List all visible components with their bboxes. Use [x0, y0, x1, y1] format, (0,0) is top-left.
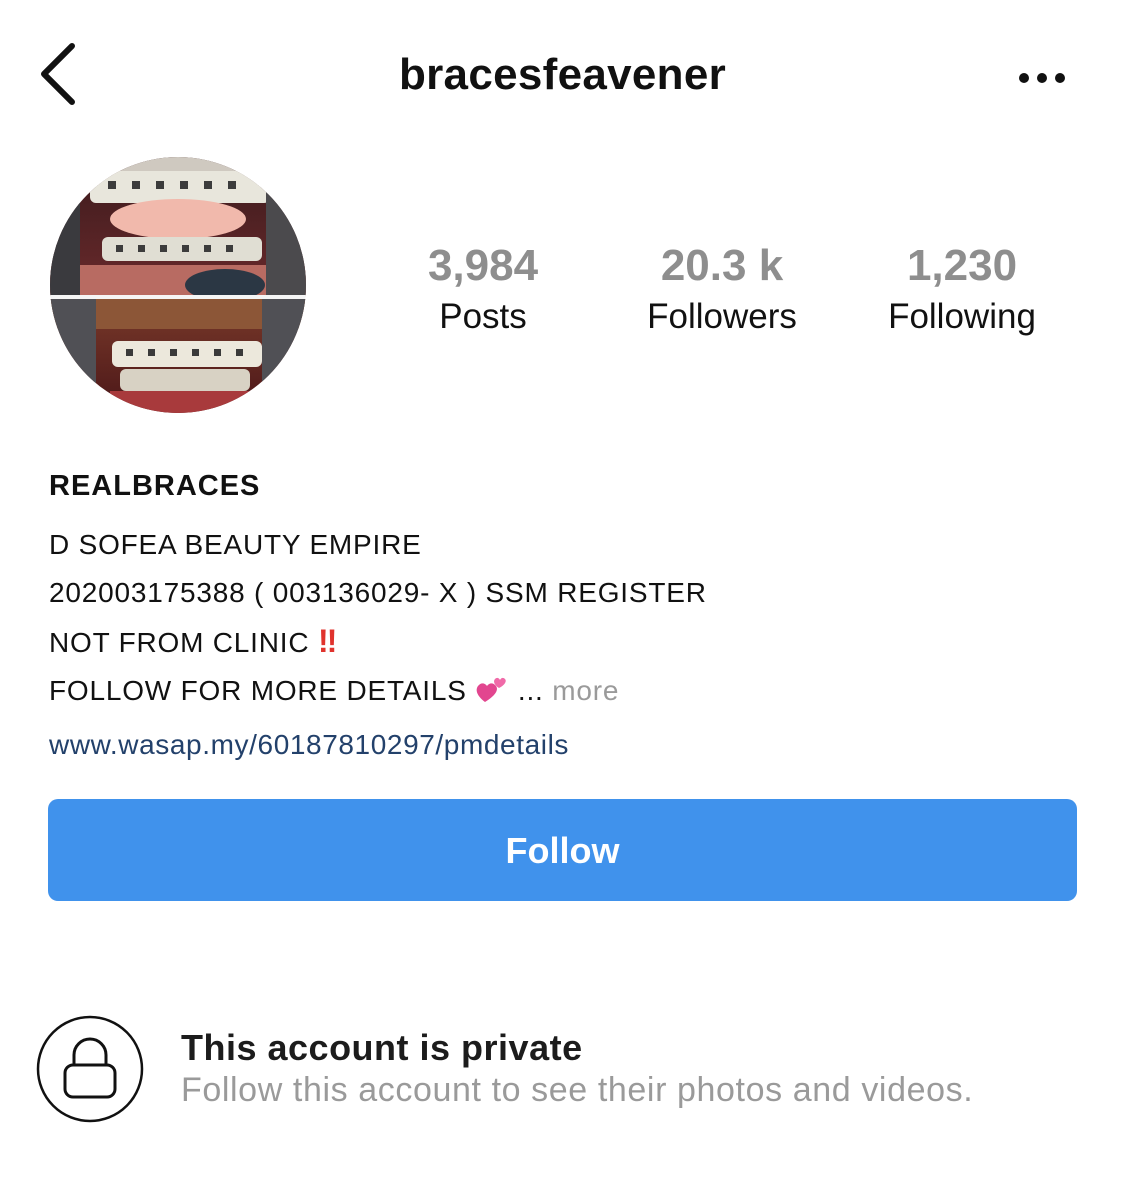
bio-line: FOLLOW FOR MORE DETAILS ... more	[49, 667, 1079, 721]
private-account-title: This account is private	[181, 1027, 583, 1068]
more-options-button[interactable]	[1012, 60, 1072, 96]
following-label: Following	[888, 297, 1036, 336]
lock-icon	[36, 1015, 144, 1123]
stat-posts[interactable]: 3,984 Posts	[373, 240, 593, 340]
bio-display-name: REALBRACES	[49, 470, 261, 502]
bio-line-text: NOT FROM CLINIC	[49, 627, 310, 658]
follow-button[interactable]: Follow	[48, 799, 1077, 901]
ellipsis-icon	[1019, 73, 1065, 83]
bio-ellipsis: ...	[517, 675, 544, 706]
bio-line: D SOFEA BEAUTY EMPIRE	[49, 529, 422, 560]
bio-line-text: FOLLOW FOR MORE DETAILS	[49, 675, 467, 706]
bio-line: 202003175388 ( 003136029- X ) SSM REGIST…	[49, 577, 707, 608]
stat-followers[interactable]: 20.3 k Followers	[612, 240, 832, 340]
avatar-image	[50, 157, 306, 413]
bio-website-link[interactable]: www.wasap.my/60187810297/pmdetails	[49, 721, 1079, 769]
profile-avatar[interactable]	[50, 157, 306, 413]
profile-header: bracesfeavener	[0, 0, 1125, 150]
two-hearts-icon	[475, 673, 509, 721]
bio-more-link[interactable]: more	[552, 675, 619, 706]
profile-bio: REALBRACES D SOFEA BEAUTY EMPIRE 2020031…	[49, 467, 1079, 769]
following-count: 1,230	[906, 241, 1018, 290]
followers-count: 20.3 k	[660, 241, 784, 290]
private-account-subtitle: Follow this account to see their photos …	[181, 1071, 974, 1109]
followers-label: Followers	[647, 297, 797, 336]
bio-line: NOT FROM CLINIC ‼	[49, 617, 1079, 667]
stat-following[interactable]: 1,230 Following	[852, 240, 1072, 340]
posts-label: Posts	[439, 297, 527, 336]
profile-username: bracesfeavener	[398, 50, 727, 99]
posts-count: 3,984	[427, 241, 539, 290]
double-exclamation-icon: ‼	[317, 623, 337, 659]
